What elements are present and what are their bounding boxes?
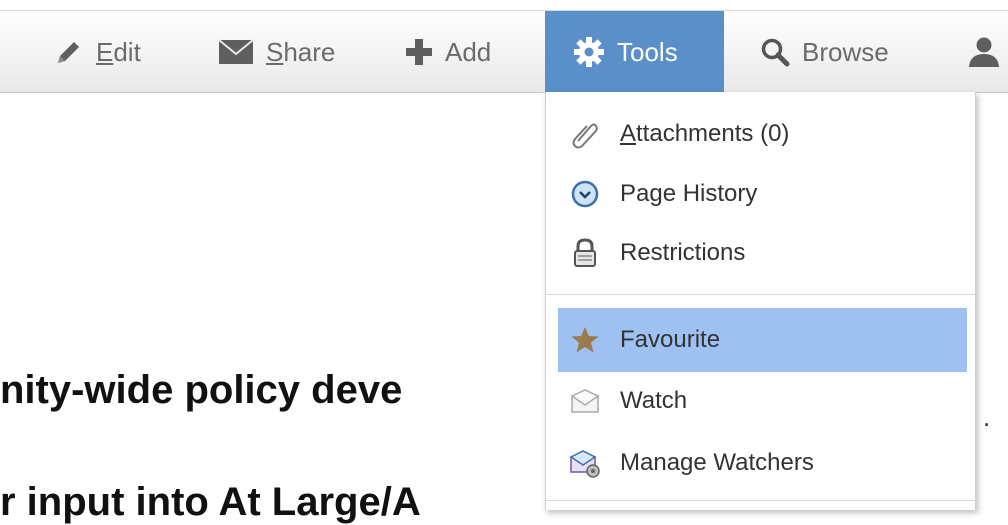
menu-item-label: Favourite: [620, 326, 721, 353]
share-button[interactable]: Share: [218, 11, 335, 93]
add-button[interactable]: Add: [405, 11, 491, 93]
menu-item-page-history[interactable]: Page History: [558, 169, 967, 219]
menu-item-attachments[interactable]: Attachments (0): [558, 109, 967, 159]
trailing-text-fragment: .: [983, 402, 991, 432]
menu-item-label: Page History: [620, 180, 758, 207]
page-subheading: r input into At Large/A: [0, 480, 421, 524]
edit-button[interactable]: Edit: [54, 11, 141, 93]
menu-item-manage-watchers[interactable]: Manage Watchers: [558, 438, 967, 488]
add-label: Add: [445, 36, 492, 67]
edit-label: Edit: [96, 36, 141, 67]
browse-button[interactable]: Browse: [760, 11, 889, 93]
watchers-icon: [568, 446, 602, 480]
user-menu-button[interactable]: [966, 11, 1008, 93]
star-icon: [568, 323, 602, 357]
gear-icon: [573, 36, 605, 68]
tools-dropdown-menu: Attachments (0) Page History Restriction…: [545, 92, 976, 510]
browse-label: Browse: [802, 36, 889, 67]
tools-button[interactable]: Tools: [545, 11, 724, 93]
menu-item-label: Watch: [620, 387, 688, 414]
share-label: Share: [266, 36, 336, 67]
menu-item-restrictions[interactable]: Restrictions: [558, 228, 967, 278]
menu-item-label: Restrictions: [620, 239, 746, 266]
envelope-watch-icon: [568, 384, 602, 418]
page-toolbar: Edit Share Add Tools Browse: [0, 10, 1008, 93]
menu-item-favourite[interactable]: Favourite: [558, 308, 967, 372]
menu-item-watch[interactable]: Watch: [558, 376, 967, 426]
user-icon: [966, 36, 1002, 68]
menu-item-label: Attachments (0): [620, 120, 790, 147]
padlock-icon: [568, 236, 602, 270]
top-margin: [0, 0, 1008, 10]
menu-item-label: Manage Watchers: [620, 449, 814, 476]
page-heading: nity-wide policy deve: [0, 368, 403, 412]
magnifier-icon: [760, 37, 790, 67]
plus-icon: [405, 38, 433, 66]
clock-icon: [568, 177, 602, 211]
pencil-icon: [54, 37, 84, 67]
envelope-icon: [218, 39, 254, 65]
menu-separator: [546, 500, 975, 501]
tools-label: Tools: [617, 36, 678, 67]
paperclip-icon: [568, 117, 602, 151]
menu-separator: [546, 294, 975, 295]
